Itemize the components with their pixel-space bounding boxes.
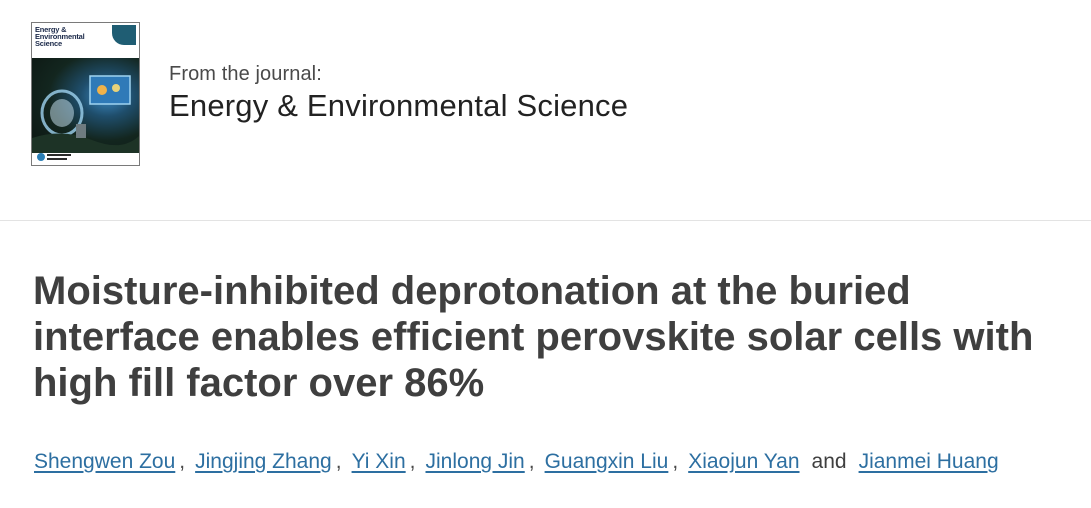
author-separator: , — [335, 450, 342, 473]
author-link[interactable]: Guangxin Liu — [545, 450, 669, 473]
from-journal-label: From the journal: — [169, 63, 322, 85]
author-link[interactable]: Shengwen Zou — [34, 450, 175, 473]
cover-badge — [112, 25, 136, 45]
author-separator: , — [409, 450, 416, 473]
author-link[interactable]: Jinlong Jin — [426, 450, 525, 473]
author-link[interactable]: Yi Xin — [352, 450, 406, 473]
journal-cover-image[interactable]: Energy & Environmental Science — [31, 22, 140, 166]
author-separator: , — [528, 450, 535, 473]
journal-header: Energy & Environmental Science From the … — [0, 0, 1091, 221]
publisher-logo-mark — [47, 154, 71, 156]
article-title: Moisture-inhibited deprotonation at the … — [33, 269, 1034, 405]
author-link[interactable]: Jianmei Huang — [859, 450, 999, 473]
cover-footer — [35, 152, 135, 162]
author-separator: , — [672, 450, 679, 473]
author-link[interactable]: Jingjing Zhang — [195, 450, 332, 473]
journal-name-link[interactable]: Energy & Environmental Science — [169, 88, 628, 124]
cover-artwork — [32, 58, 139, 153]
author-conjunction: and — [811, 450, 847, 473]
author-list: Shengwen Zou, Jingjing Zhang, Yi Xin, Jinlo… — [34, 450, 1084, 474]
publisher-logo-mark — [47, 158, 67, 160]
author-link[interactable]: Xiaojun Yan — [688, 450, 799, 473]
publisher-logo-icon — [37, 153, 45, 161]
author-separator: , — [179, 450, 186, 473]
cover-title: Energy & Environmental Science — [35, 25, 85, 48]
